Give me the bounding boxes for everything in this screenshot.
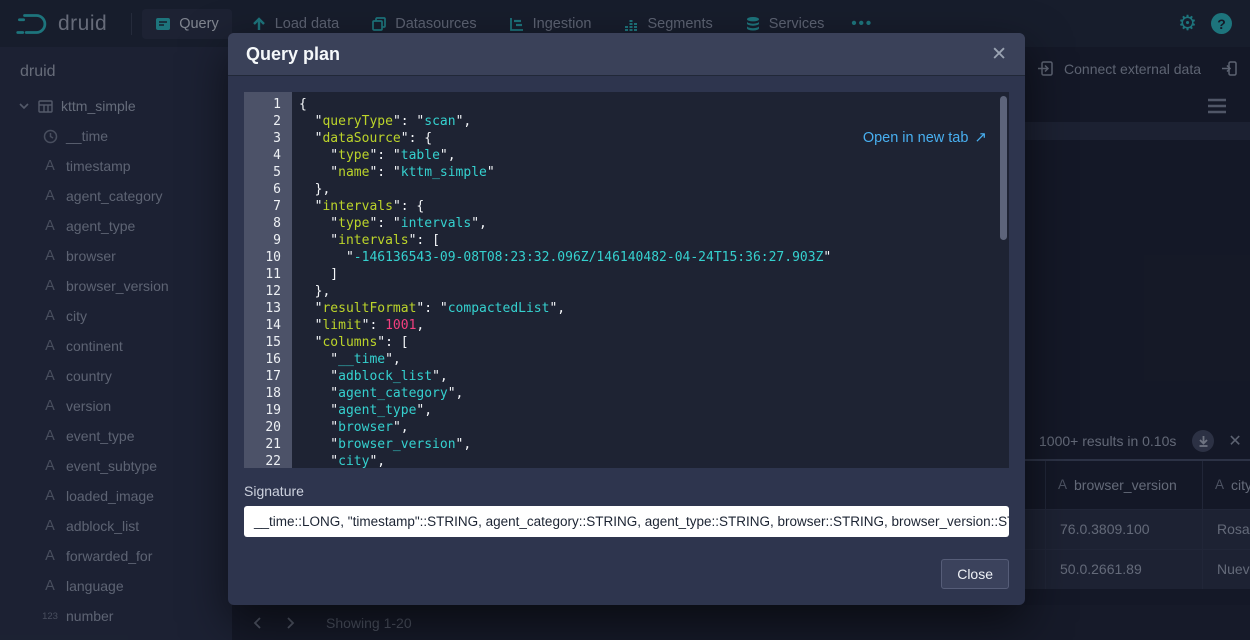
code-line: "intervals": [ [299,232,1009,249]
code-line: "type": "table", [299,147,1009,164]
signature-input[interactable]: __time::LONG, "timestamp"::STRING, agent… [244,506,1009,537]
code-line: "__time", [299,351,1009,368]
signature-label: Signature [244,483,1009,499]
open-in-new-tab-link[interactable]: Open in new tab↗ [863,128,987,146]
code-line: }, [299,181,1009,198]
code-line: "agent_type", [299,402,1009,419]
code-line: "limit": 1001, [299,317,1009,334]
code-line: "resultFormat": "compactedList", [299,300,1009,317]
code-line: "browser_version", [299,436,1009,453]
code-line: "agent_category", [299,385,1009,402]
editor-scrollbar[interactable] [1000,96,1007,240]
code-line: "type": "intervals", [299,215,1009,232]
query-plan-code: { "queryType": "scan", "dataSource": { "… [292,92,1009,468]
query-plan-dialog: Query plan ✕ 123456789101112131415161718… [228,33,1025,605]
druid-console: druid QueryLoad dataDatasourcesIngestion… [0,0,1250,640]
dialog-close-icon[interactable]: ✕ [991,45,1007,64]
code-line: { [299,96,1009,113]
code-line: "adblock_list", [299,368,1009,385]
code-line: "columns": [ [299,334,1009,351]
external-arrow-icon: ↗ [974,129,987,146]
code-line: "intervals": { [299,198,1009,215]
dialog-header: Query plan ✕ [228,33,1025,75]
code-line: "-146136543-09-08T08:23:32.096Z/14614048… [299,249,1009,266]
line-number-gutter: 1234567891011121314151617181920212223 [244,92,292,468]
code-line: "browser", [299,419,1009,436]
code-line: "city", [299,453,1009,468]
code-line: "name": "kttm_simple" [299,164,1009,181]
code-line: }, [299,283,1009,300]
close-button[interactable]: Close [941,559,1009,589]
dialog-body: 1234567891011121314151617181920212223 { … [244,92,1009,537]
query-plan-editor[interactable]: 1234567891011121314151617181920212223 { … [244,92,1009,468]
code-line: ] [299,266,1009,283]
dialog-footer: Close [941,559,1009,589]
dialog-title: Query plan [246,44,340,65]
